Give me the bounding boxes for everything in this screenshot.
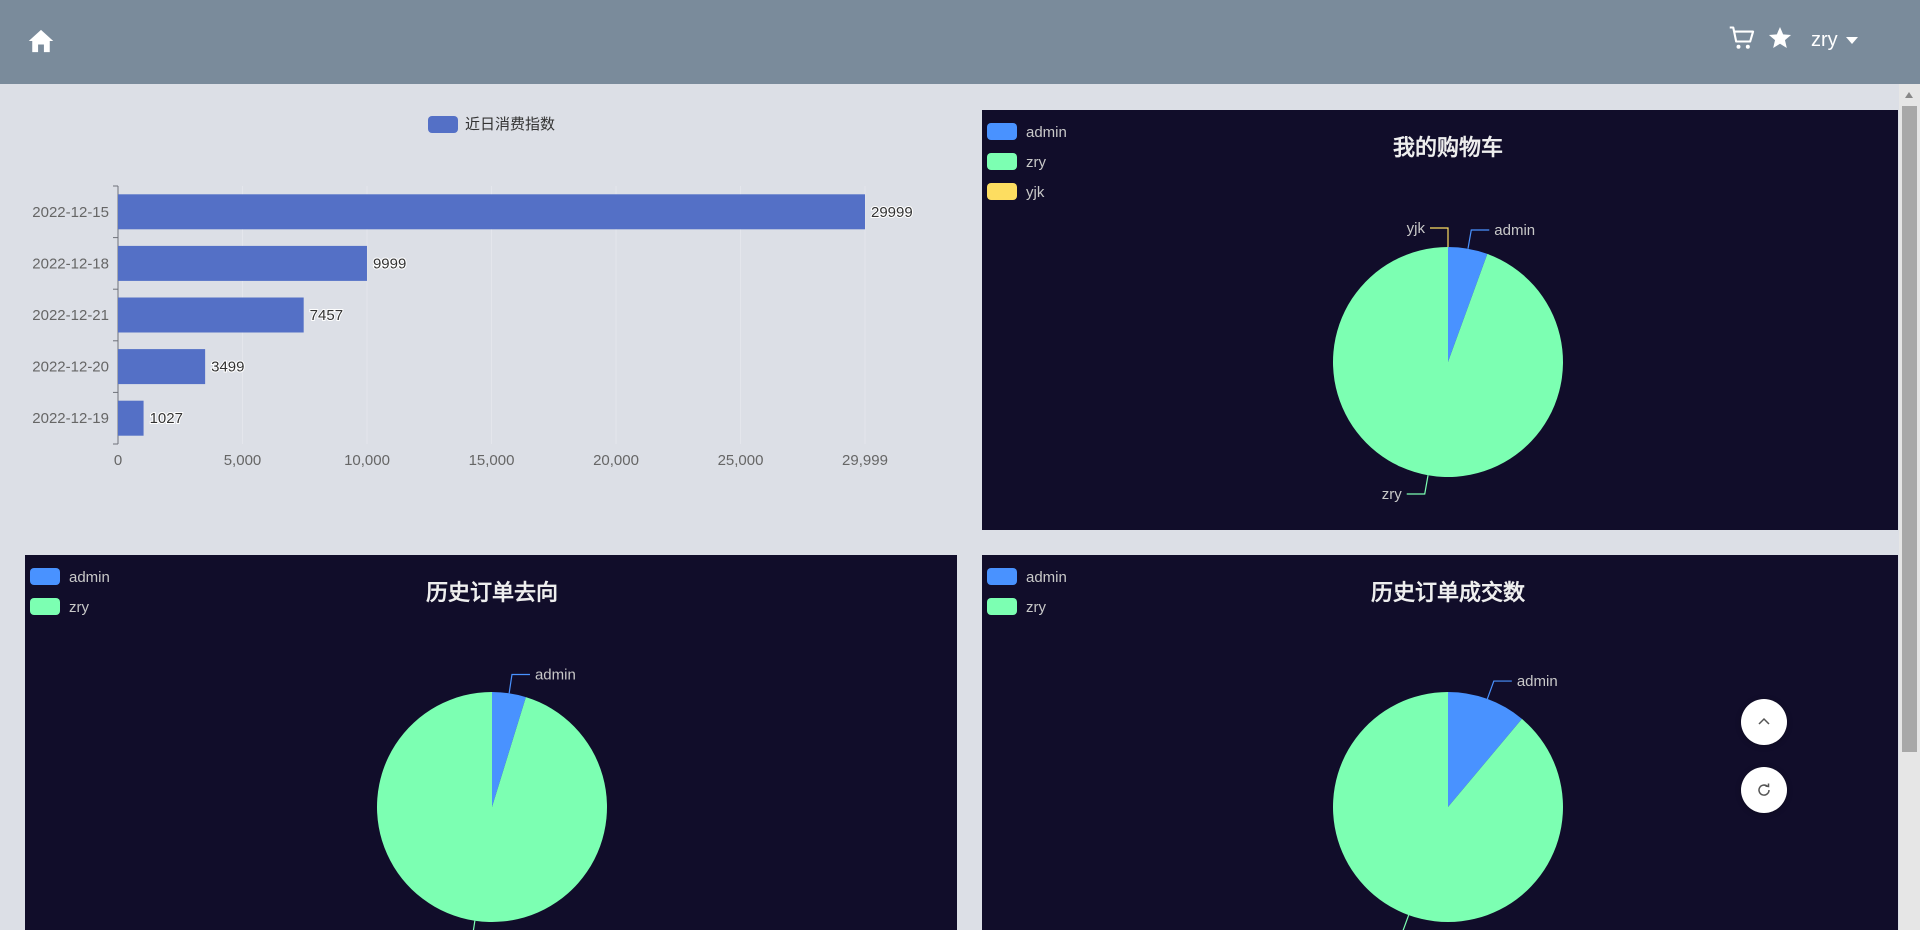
chart-title: 历史订单成交数 <box>1371 580 1526 605</box>
y-tick-label: 2022-12-19 <box>32 410 109 427</box>
data-label: 3499 <box>211 359 244 376</box>
slice-label-admin: admin <box>1494 222 1535 239</box>
legend: 近日消费指数 <box>428 116 555 133</box>
label-line-zry <box>1402 914 1410 930</box>
legend-label-yjk: yjk <box>1026 184 1045 201</box>
legend-label-admin: admin <box>1026 124 1067 141</box>
data-label: 1027 <box>150 410 183 427</box>
chart-title: 我的购物车 <box>1393 135 1503 160</box>
legend-label-admin: admin <box>1026 569 1067 586</box>
legend-swatch-zry <box>30 598 60 615</box>
label-line-admin <box>1467 229 1490 249</box>
bar-2022-12-19 <box>118 400 144 436</box>
y-tick-label: 2022-12-18 <box>32 255 109 272</box>
pie-slice-zry <box>377 692 607 922</box>
x-tick-label: 25,000 <box>718 452 764 469</box>
refresh-button[interactable] <box>1741 767 1787 813</box>
x-tick-label: 5,000 <box>224 452 262 469</box>
y-tick-label: 2022-12-15 <box>32 204 109 221</box>
consumption-index-bar-chart: 近日消费指数 0 5,000 10,000 15,000 20,000 25,000 29,9… <box>0 84 980 534</box>
y-tick-label: 2022-12-21 <box>32 307 109 324</box>
label-line-admin <box>1486 680 1512 700</box>
chart-title: 历史订单去向 <box>426 580 558 605</box>
scroll-up-arrow-icon[interactable] <box>1905 92 1913 98</box>
order-destination-pie-chart: adminzry历史订单去向adminzry <box>25 555 957 930</box>
dashboard-content: 近日消费指数 0 5,000 10,000 15,000 20,000 25,000 29,9… <box>0 84 1898 930</box>
legend-label-zry: zry <box>69 599 89 616</box>
data-label: 29999 <box>871 204 913 221</box>
x-tick-label: 15,000 <box>469 452 515 469</box>
cart-icon[interactable] <box>1728 24 1756 52</box>
username-label: zry <box>1811 28 1838 51</box>
legend-swatch-zry <box>987 153 1017 170</box>
star-icon[interactable] <box>1767 25 1793 51</box>
slice-label-admin: admin <box>535 666 576 683</box>
data-label: 7457 <box>310 307 343 324</box>
data-label: 9999 <box>373 255 406 272</box>
pie-slice-zry <box>1333 692 1563 922</box>
slice-label-zry: zry <box>1359 925 1379 930</box>
bar-2022-12-15 <box>118 194 865 230</box>
vertical-scrollbar[interactable] <box>1899 84 1920 930</box>
x-tick-label: 0 <box>114 452 122 469</box>
label-line-yjk <box>1430 227 1449 247</box>
bar-2022-12-20 <box>118 349 206 385</box>
bar-2022-12-18 <box>118 245 367 281</box>
legend-swatch-admin <box>30 568 60 585</box>
x-tick-label: 10,000 <box>344 452 390 469</box>
scroll-top-icon <box>1758 717 1770 725</box>
scrollbar-thumb[interactable] <box>1902 106 1917 752</box>
slice-label-yjk: yjk <box>1407 220 1426 237</box>
legend-label-zry: zry <box>1026 154 1046 171</box>
caret-down-icon <box>1845 36 1858 44</box>
y-tick-label: 2022-12-20 <box>32 359 109 376</box>
legend-swatch-admin <box>987 123 1017 140</box>
legend-label-admin: admin <box>69 569 110 586</box>
label-line-zry <box>472 920 476 930</box>
legend-swatch-zry <box>987 598 1017 615</box>
top-bar: zry <box>0 0 1920 84</box>
legend-label-zry: zry <box>1026 599 1046 616</box>
refresh-icon <box>1758 783 1770 796</box>
x-tick-label: 29,999 <box>842 452 888 469</box>
pie-slice-zry <box>1333 246 1563 477</box>
legend-swatch-admin <box>987 568 1017 585</box>
x-tick-label: 20,000 <box>593 452 639 469</box>
shopping-cart-pie-chart: admin zry yjk 我的购物车 admin zry yjk <box>982 110 1898 530</box>
legend-swatch-consumption-index <box>428 116 458 133</box>
bar-2022-12-21 <box>118 297 304 333</box>
label-line-zry <box>1406 475 1429 495</box>
legend-label-consumption-index: 近日消费指数 <box>465 116 555 133</box>
home-icon[interactable] <box>27 27 55 55</box>
label-line-admin <box>508 673 530 694</box>
legend-swatch-yjk <box>987 183 1017 200</box>
slice-label-zry: zry <box>1382 486 1402 503</box>
user-menu[interactable]: zry <box>1811 24 1858 56</box>
slice-label-admin: admin <box>1517 673 1558 690</box>
scroll-to-top-button[interactable] <box>1741 699 1787 745</box>
